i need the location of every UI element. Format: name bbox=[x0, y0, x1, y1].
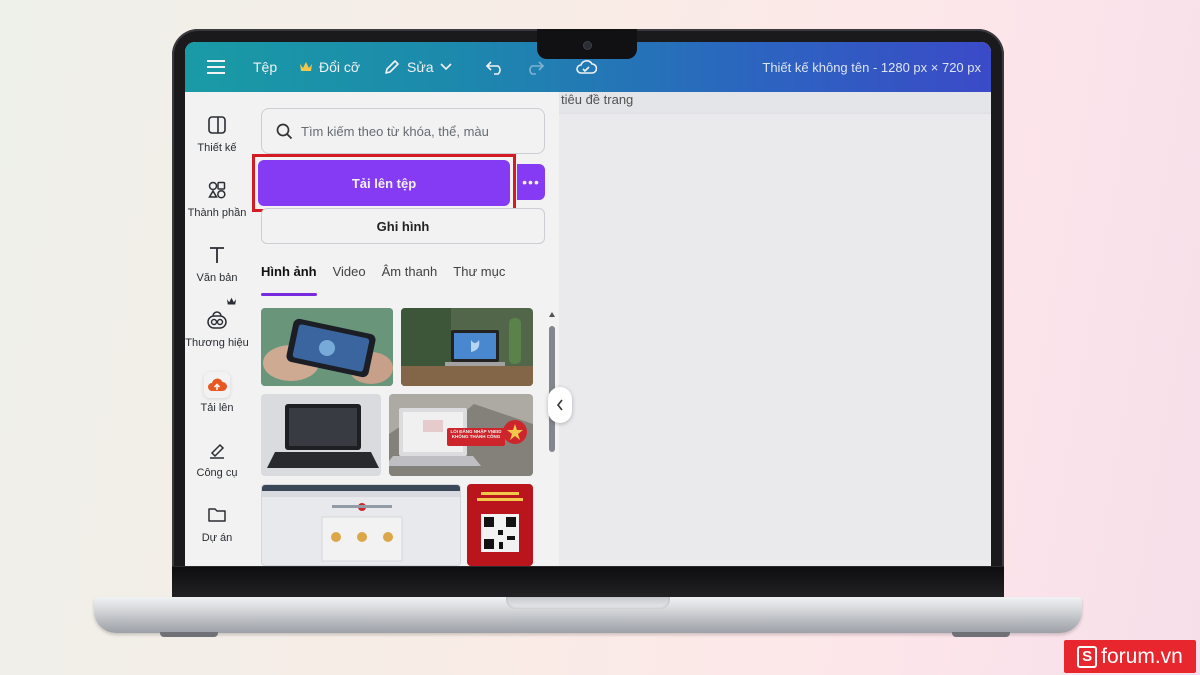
folder-icon bbox=[208, 508, 226, 522]
tab-video[interactable]: Video bbox=[333, 264, 366, 296]
sidebar-item-label: Thương hiệu bbox=[185, 337, 249, 349]
pen-tool-icon bbox=[210, 443, 225, 459]
search-icon bbox=[276, 123, 293, 139]
thumbnail-image-laptop-desk bbox=[401, 308, 533, 386]
more-options-button[interactable]: ••• bbox=[517, 164, 545, 200]
thumbnail-image-website bbox=[262, 485, 460, 562]
tab-folders[interactable]: Thư mục bbox=[453, 264, 505, 296]
edit-label: Sửa bbox=[407, 59, 434, 75]
page-title-input[interactable]: tiêu đề trang bbox=[561, 92, 633, 107]
collapse-panel-button[interactable] bbox=[548, 387, 572, 423]
upload-thumbnail[interactable] bbox=[401, 308, 533, 386]
record-button[interactable]: Ghi hình bbox=[261, 208, 545, 244]
resize-button[interactable]: Đổi cỡ bbox=[299, 42, 360, 92]
laptop-lid-groove bbox=[506, 597, 670, 609]
brand-icon bbox=[207, 311, 227, 329]
sidebar-item-label: Thành phần bbox=[187, 207, 247, 219]
sidebar-item-label: Văn bản bbox=[196, 272, 238, 284]
thumbnail-image-qr-poster bbox=[467, 484, 533, 566]
upload-thumbnail[interactable] bbox=[261, 308, 393, 386]
pencil-icon bbox=[385, 60, 399, 74]
menu-button[interactable] bbox=[207, 42, 225, 92]
sidebar-item-label: Công cụ bbox=[196, 467, 238, 479]
text-icon bbox=[210, 247, 224, 263]
upload-button-highlight: Tải lên tệp bbox=[252, 154, 516, 212]
sidebar: Thiết kế Thành phần Văn bản Thương hiệu … bbox=[185, 92, 249, 566]
scroll-up-icon[interactable] bbox=[549, 312, 555, 317]
sidebar-item-label: Tải lên bbox=[200, 402, 234, 414]
search-input[interactable] bbox=[301, 123, 531, 139]
upload-thumbnail[interactable] bbox=[261, 484, 461, 566]
sidebar-item-label: Dự án bbox=[201, 532, 233, 544]
laptop-bezel-bottom bbox=[172, 566, 1004, 599]
sidebar-item-text[interactable]: Văn bản bbox=[185, 242, 249, 302]
hamburger-icon bbox=[207, 60, 225, 74]
edit-menu[interactable]: Sửa bbox=[383, 42, 452, 92]
laptop-foot bbox=[952, 632, 1010, 637]
sidebar-item-tools[interactable]: Công cụ bbox=[185, 437, 249, 497]
canvas-area: tiêu đề trang bbox=[559, 92, 991, 566]
sidebar-item-projects[interactable]: Dự án bbox=[185, 502, 249, 562]
sidebar-item-uploads[interactable]: Tải lên bbox=[185, 372, 249, 432]
camera-icon bbox=[584, 42, 591, 49]
file-menu-label: Tệp bbox=[253, 59, 278, 75]
chevron-down-icon bbox=[439, 63, 452, 71]
upload-thumbnail[interactable] bbox=[467, 484, 533, 566]
laptop-notch bbox=[537, 29, 637, 59]
thumbnail-banner-text: LỖI ĐĂNG NHẬP VNEID KHÔNG THÀNH CÔNG bbox=[450, 429, 502, 439]
undo-icon bbox=[485, 61, 501, 75]
laptop-screen: Tệp Đổi cỡ Sửa Thiết kế không tên - 1280… bbox=[185, 42, 991, 566]
shapes-icon bbox=[208, 181, 226, 199]
uploads-panel: Tải lên tệp ••• Ghi hình Hình ảnh Video … bbox=[249, 92, 559, 566]
search-box[interactable] bbox=[261, 108, 545, 154]
tab-audio[interactable]: Âm thanh bbox=[382, 264, 438, 296]
laptop-foot bbox=[160, 632, 218, 637]
undo-button[interactable] bbox=[485, 42, 505, 92]
watermark-logo-letter: S bbox=[1077, 645, 1098, 668]
sforum-watermark: S forum.vn bbox=[1064, 640, 1196, 673]
upload-thumbnail[interactable]: LỖI ĐĂNG NHẬP VNEID KHÔNG THÀNH CÔNG bbox=[389, 394, 533, 476]
cloud-upload-icon bbox=[208, 378, 227, 391]
media-tabs: Hình ảnh Video Âm thanh Thư mục bbox=[261, 264, 505, 296]
thumbnail-image-laptop-white bbox=[261, 394, 381, 476]
panel-scrollbar[interactable] bbox=[549, 312, 555, 566]
crown-icon bbox=[227, 297, 236, 305]
page-title-strip: tiêu đề trang bbox=[559, 92, 991, 112]
cloud-check-icon bbox=[576, 60, 597, 74]
thumbnail-image-phone-game bbox=[261, 308, 393, 386]
sidebar-item-label: Thiết kế bbox=[197, 142, 237, 154]
upload-thumbnail[interactable] bbox=[261, 394, 381, 476]
resize-label: Đổi cỡ bbox=[319, 59, 361, 75]
sidebar-item-brand[interactable]: Thương hiệu bbox=[185, 297, 249, 367]
chevron-left-icon bbox=[556, 399, 563, 411]
redo-icon bbox=[529, 61, 545, 75]
watermark-text: forum.vn bbox=[1101, 644, 1183, 668]
document-title[interactable]: Thiết kế không tên - 1280 px × 720 px bbox=[762, 42, 981, 92]
file-menu[interactable]: Tệp bbox=[253, 42, 277, 92]
design-page[interactable] bbox=[559, 114, 991, 566]
layout-icon bbox=[208, 116, 226, 134]
sidebar-item-elements[interactable]: Thành phần bbox=[185, 177, 249, 237]
upload-files-button[interactable]: Tải lên tệp bbox=[258, 160, 510, 206]
tab-images[interactable]: Hình ảnh bbox=[261, 264, 317, 296]
sidebar-item-design[interactable]: Thiết kế bbox=[185, 112, 249, 172]
crown-icon bbox=[300, 62, 312, 71]
